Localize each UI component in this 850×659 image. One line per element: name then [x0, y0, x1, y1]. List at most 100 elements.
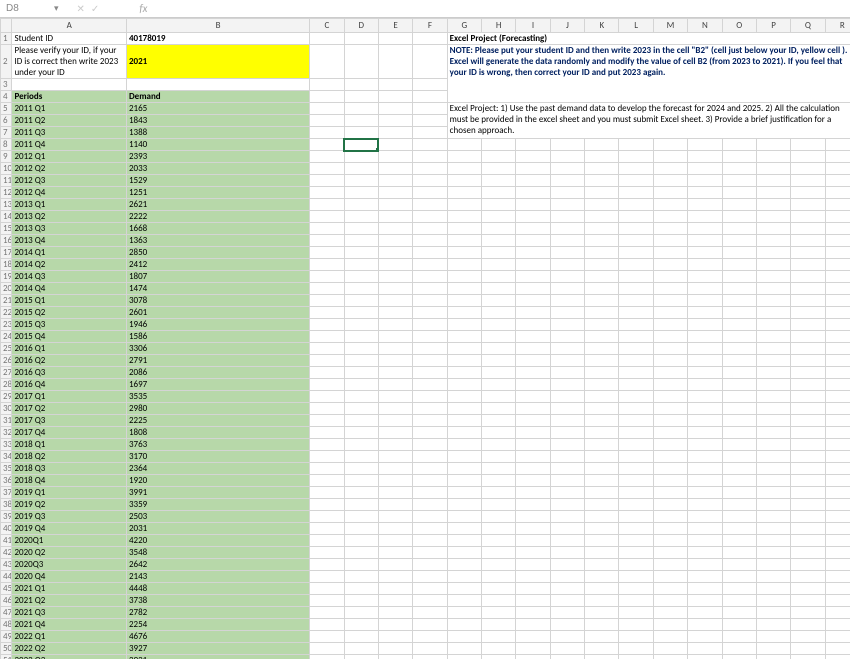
cell[interactable]: [310, 343, 344, 355]
cell[interactable]: [378, 33, 412, 45]
cell[interactable]: [585, 223, 619, 235]
col-header-I[interactable]: I: [516, 19, 550, 33]
cell[interactable]: [447, 475, 481, 487]
cell[interactable]: [585, 319, 619, 331]
cell[interactable]: [516, 187, 550, 199]
cell[interactable]: [378, 595, 412, 607]
cell[interactable]: [550, 535, 584, 547]
cell[interactable]: [516, 451, 550, 463]
check-icon[interactable]: ✓: [91, 2, 99, 15]
row-header[interactable]: 16: [1, 235, 12, 247]
cell[interactable]: [791, 403, 825, 415]
cell[interactable]: [378, 199, 412, 211]
cell[interactable]: [310, 319, 344, 331]
cell[interactable]: [550, 655, 584, 659]
cell[interactable]: [310, 523, 344, 535]
row-header[interactable]: 27: [1, 367, 12, 379]
cell[interactable]: [482, 175, 516, 187]
cell[interactable]: [791, 355, 825, 367]
cell[interactable]: [585, 475, 619, 487]
row-header[interactable]: 8: [1, 139, 12, 151]
cell[interactable]: [653, 475, 687, 487]
cell[interactable]: [413, 283, 447, 295]
cell[interactable]: [413, 235, 447, 247]
cell[interactable]: [378, 127, 412, 139]
period-cell[interactable]: 2011 Q3: [12, 127, 127, 139]
cell[interactable]: [550, 187, 584, 199]
project-title[interactable]: Excel Project (Forecasting): [447, 33, 850, 45]
cell[interactable]: [619, 571, 653, 583]
cell[interactable]: [413, 439, 447, 451]
cell[interactable]: [344, 187, 378, 199]
cell[interactable]: [413, 295, 447, 307]
select-all-corner[interactable]: [1, 19, 12, 33]
cell[interactable]: [688, 463, 722, 475]
cell[interactable]: [378, 151, 412, 163]
cell[interactable]: [516, 427, 550, 439]
cell[interactable]: [825, 211, 850, 223]
cell[interactable]: [619, 655, 653, 659]
cell[interactable]: [516, 631, 550, 643]
col-header-R[interactable]: R: [825, 19, 850, 33]
cell[interactable]: [688, 595, 722, 607]
cell[interactable]: [825, 295, 850, 307]
cell[interactable]: [722, 547, 756, 559]
cell[interactable]: [482, 331, 516, 343]
cell[interactable]: [378, 211, 412, 223]
cell[interactable]: [756, 415, 790, 427]
cell[interactable]: [482, 499, 516, 511]
cell[interactable]: [413, 535, 447, 547]
cell[interactable]: [344, 547, 378, 559]
row-header[interactable]: 9: [1, 151, 12, 163]
col-header-M[interactable]: M: [653, 19, 687, 33]
cell[interactable]: [310, 571, 344, 583]
cell[interactable]: [585, 343, 619, 355]
cell[interactable]: [344, 439, 378, 451]
cell[interactable]: [825, 283, 850, 295]
cell[interactable]: [585, 643, 619, 655]
cell[interactable]: [344, 499, 378, 511]
cell[interactable]: [413, 475, 447, 487]
cell[interactable]: [722, 283, 756, 295]
cell[interactable]: [722, 295, 756, 307]
period-cell[interactable]: 2019 Q1: [12, 487, 127, 499]
cell[interactable]: [653, 379, 687, 391]
cell[interactable]: [756, 547, 790, 559]
cell[interactable]: [378, 283, 412, 295]
cell[interactable]: [722, 235, 756, 247]
cell[interactable]: [310, 307, 344, 319]
cell[interactable]: [791, 511, 825, 523]
cell[interactable]: [791, 391, 825, 403]
cell[interactable]: [653, 271, 687, 283]
demand-cell[interactable]: 3535: [126, 391, 309, 403]
cell[interactable]: [688, 523, 722, 535]
cell[interactable]: [756, 463, 790, 475]
cell[interactable]: [825, 463, 850, 475]
cell[interactable]: [413, 319, 447, 331]
cell[interactable]: [413, 379, 447, 391]
cell[interactable]: [378, 331, 412, 343]
cell[interactable]: [447, 163, 481, 175]
cell[interactable]: [344, 343, 378, 355]
cell[interactable]: [413, 247, 447, 259]
period-cell[interactable]: 2017 Q1: [12, 391, 127, 403]
cell[interactable]: [378, 247, 412, 259]
cell[interactable]: [516, 499, 550, 511]
cell[interactable]: [585, 307, 619, 319]
cell[interactable]: [791, 559, 825, 571]
cell[interactable]: [310, 583, 344, 595]
cell[interactable]: [688, 547, 722, 559]
period-cell[interactable]: 2019 Q2: [12, 499, 127, 511]
cell[interactable]: [585, 379, 619, 391]
cell[interactable]: [447, 643, 481, 655]
cell[interactable]: [585, 271, 619, 283]
cell[interactable]: [756, 607, 790, 619]
row-header[interactable]: 10: [1, 163, 12, 175]
row-header[interactable]: 6: [1, 115, 12, 127]
cell[interactable]: [310, 151, 344, 163]
cell[interactable]: [310, 463, 344, 475]
cell[interactable]: [756, 619, 790, 631]
cell[interactable]: [585, 403, 619, 415]
cell[interactable]: [722, 655, 756, 659]
cell[interactable]: [378, 415, 412, 427]
